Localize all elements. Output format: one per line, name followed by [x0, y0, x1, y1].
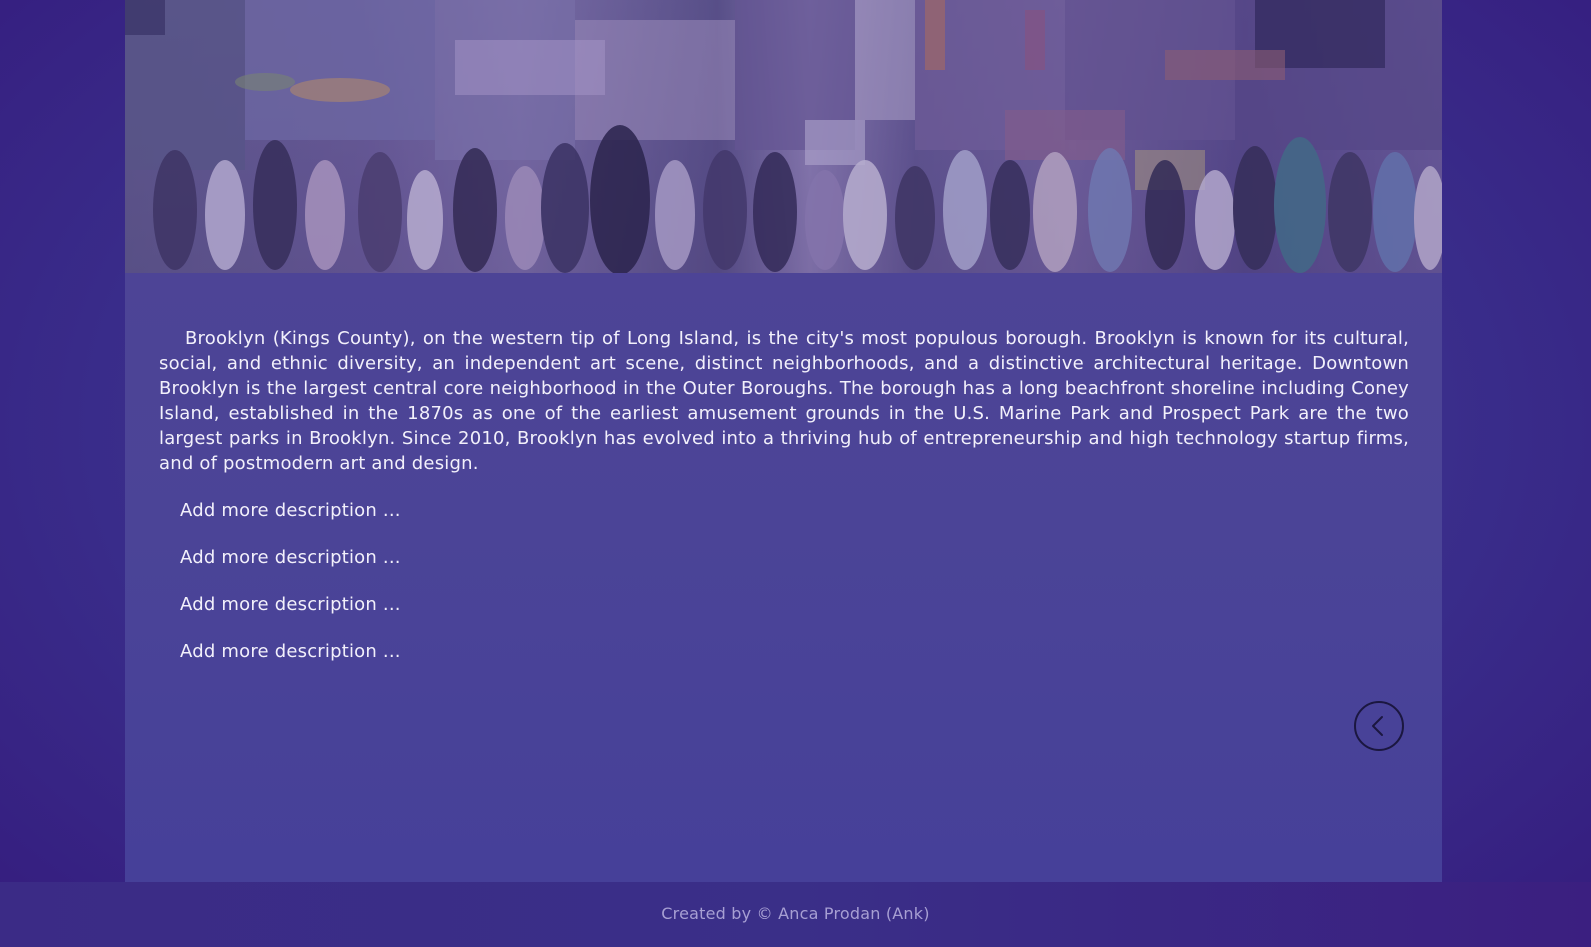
chevron-left-icon	[1372, 716, 1383, 736]
more-description-3: Add more description ...	[180, 594, 401, 615]
back-button[interactable]	[1354, 701, 1404, 751]
description-section: Brooklyn (Kings County), on the western …	[159, 326, 1409, 664]
more-description-1: Add more description ...	[180, 500, 401, 521]
footer-credit: Created by © Anca Prodan (Ank)	[661, 904, 930, 923]
hero-street-illustration	[125, 0, 1442, 273]
borough-description: Brooklyn (Kings County), on the western …	[159, 328, 1409, 474]
footer: Created by © Anca Prodan (Ank)	[0, 882, 1591, 947]
hero-image	[125, 0, 1442, 273]
content-card: Brooklyn (Kings County), on the western …	[125, 0, 1442, 882]
more-description-2: Add more description ...	[180, 547, 401, 568]
more-description-4: Add more description ...	[180, 641, 401, 662]
